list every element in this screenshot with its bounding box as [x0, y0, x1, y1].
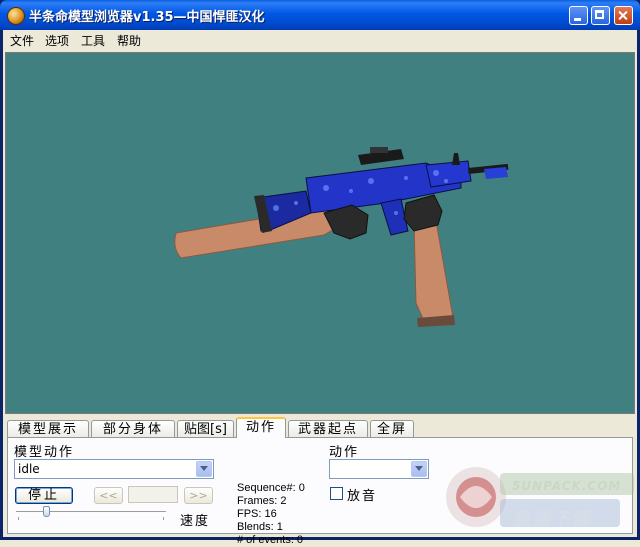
menu-help[interactable]: 帮助 — [117, 32, 141, 49]
left-arm — [174, 207, 337, 259]
close-icon[interactable] — [614, 6, 633, 25]
prev-frame-button[interactable]: << — [94, 487, 123, 504]
chevron-down-icon[interactable] — [411, 461, 427, 477]
menu-file[interactable]: 文件 — [10, 32, 34, 49]
site-watermark: 5UNPACK.COM 急速下载 — [440, 435, 636, 537]
minimize-icon[interactable] — [569, 6, 588, 25]
sequence-stats: Sequence#: 0 Frames: 2 FPS: 16 Blends: 1… — [237, 482, 305, 547]
watermark-site: 5UNPACK.COM — [512, 479, 622, 493]
tab-textures[interactable]: 贴图[s] — [177, 420, 234, 437]
tab-body-parts[interactable]: 部分身体 — [91, 420, 175, 437]
tab-fullscreen[interactable]: 全屏 — [370, 420, 414, 437]
stat-blends: Blends: 1 — [237, 521, 283, 533]
menu-tools[interactable]: 工具 — [81, 32, 105, 49]
rifle-handguard — [425, 160, 472, 188]
speed-slider-track[interactable] — [16, 511, 166, 515]
next-frame-button[interactable]: >> — [184, 487, 213, 504]
window-title: 半条命模型浏览器v1.35—中国悍匪汉化 — [29, 10, 265, 25]
menu-bar: 文件 选项 工具 帮助 — [3, 30, 637, 49]
model-render — [174, 147, 509, 327]
right-glove — [403, 194, 443, 232]
app-icon[interactable] — [7, 7, 25, 25]
speed-slider-thumb[interactable] — [43, 506, 50, 517]
sequence-combo[interactable]: idle — [14, 459, 214, 479]
menu-options[interactable]: 选项 — [45, 32, 69, 49]
sequence-value: idle — [18, 462, 40, 476]
tab-animation[interactable]: 动作 — [236, 417, 286, 438]
main-window: 半条命模型浏览器v1.35—中国悍匪汉化 文件 选项 工具 帮助 模型展示 部分… — [0, 0, 640, 546]
model-action-label: 模型动作 — [14, 445, 75, 460]
stat-events: # of events: 0 — [237, 534, 304, 546]
right-arm — [413, 220, 455, 324]
rifle-muzzle — [484, 167, 508, 179]
chevron-down-icon[interactable] — [196, 461, 212, 477]
sound-label: 放音 — [347, 489, 378, 504]
action-label: 动作 — [329, 445, 360, 460]
stat-sequence: Sequence#: 0 — [237, 482, 305, 494]
maximize-icon[interactable] — [591, 6, 610, 25]
sound-checkbox[interactable] — [330, 487, 343, 500]
stat-fps: FPS: 16 — [237, 508, 277, 520]
action-combo[interactable] — [329, 459, 429, 479]
tab-model-display[interactable]: 模型展示 — [7, 420, 89, 437]
title-bar[interactable]: 半条命模型浏览器v1.35—中国悍匪汉化 — [0, 0, 640, 30]
model-viewport[interactable] — [5, 52, 635, 414]
stop-button[interactable]: 停止 — [15, 487, 73, 504]
watermark-brand: 急速下载 — [512, 509, 592, 530]
tab-weapon-origin[interactable]: 武器起点 — [288, 420, 368, 437]
frame-input[interactable] — [128, 486, 178, 503]
speed-label: 速度 — [180, 514, 211, 529]
stat-frames: Frames: 2 — [237, 495, 287, 507]
